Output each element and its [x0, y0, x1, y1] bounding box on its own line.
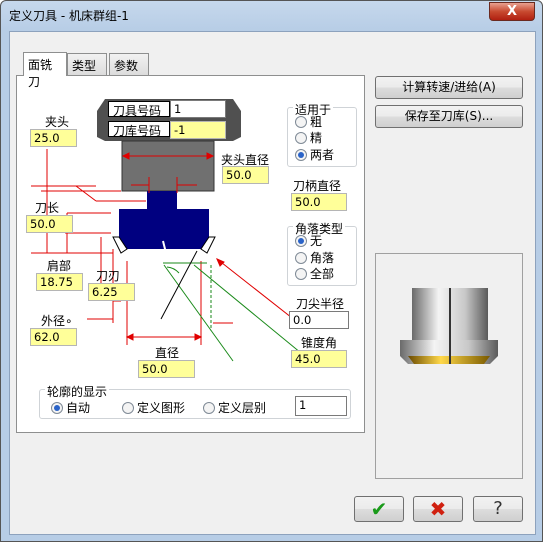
- shank-diam-input[interactable]: 50.0: [291, 193, 347, 211]
- taper-label: 锥度角: [301, 336, 338, 350]
- shank-diam-label: 刀柄直径: [293, 179, 342, 193]
- holder-label: 夹头: [45, 115, 70, 129]
- cancel-button[interactable]: ✖: [413, 496, 463, 522]
- diameter-input[interactable]: 50.0: [138, 360, 195, 378]
- radio-corner-none[interactable]: 无: [295, 234, 322, 248]
- tip-radius-label: 刀尖半径: [296, 297, 345, 311]
- tab-face-mill[interactable]: 面铣刀: [23, 52, 67, 89]
- holder-diam-input[interactable]: 50.0: [222, 166, 269, 184]
- lib-number-input[interactable]: -1: [170, 121, 226, 139]
- lib-number-label: 刀库号码: [108, 121, 170, 138]
- ok-button[interactable]: ✔: [354, 496, 404, 522]
- taper-input[interactable]: 45.0: [291, 350, 347, 368]
- shoulder-input[interactable]: 18.75: [36, 273, 83, 291]
- radio-profile-auto[interactable]: 自动: [51, 401, 90, 415]
- radio-both[interactable]: 两者: [295, 148, 334, 162]
- holder-input[interactable]: 25.0: [30, 129, 77, 147]
- radio-corner-corner[interactable]: 角落: [295, 251, 334, 265]
- outer-diam-label: 外径∘: [41, 314, 73, 328]
- radio-profile-shape[interactable]: 定义图形: [122, 401, 185, 415]
- tool-preview-image: [400, 288, 498, 364]
- tool-number-input[interactable]: 1: [170, 100, 226, 118]
- taper-lines: [163, 262, 302, 362]
- profile-title: 轮廓的显示: [45, 383, 110, 400]
- radio-profile-level[interactable]: 定义层别: [203, 401, 266, 415]
- checkmark-icon: ✔: [370, 497, 388, 521]
- question-icon: ?: [493, 498, 503, 519]
- tip-radius-input[interactable]: 0.0: [289, 311, 349, 329]
- dialog-window: 定义刀具 - 机床群组-1 X 面铣刀 类型 参数 刀具号码 1 刀库号码 -1…: [0, 0, 543, 542]
- shoulder-label: 肩部: [47, 259, 72, 273]
- tool-body: [119, 209, 209, 237]
- profile-level-input[interactable]: 1: [295, 396, 347, 416]
- flute-input[interactable]: 6.25: [88, 283, 135, 301]
- tool-preview: [375, 253, 523, 479]
- tool-length-input[interactable]: 50.0: [26, 215, 73, 233]
- flute-label: 刀刃: [96, 269, 121, 283]
- tool-number-label: 刀具号码: [108, 101, 170, 118]
- calc-feed-button[interactable]: 计算转速/进给(A): [375, 76, 523, 99]
- taper-guide: [160, 250, 198, 320]
- x-icon: ✖: [429, 497, 447, 521]
- save-to-library-button[interactable]: 保存至刀库(S)...: [375, 105, 523, 128]
- help-button[interactable]: ?: [473, 496, 523, 522]
- holder-body: [121, 140, 215, 192]
- diameter-label: 直径: [155, 346, 180, 360]
- tool-shank: [147, 191, 177, 209]
- outer-diam-input[interactable]: 62.0: [30, 328, 77, 346]
- radio-finish[interactable]: 精: [295, 131, 322, 145]
- radio-corner-full[interactable]: 全部: [295, 267, 334, 281]
- radio-rough[interactable]: 粗: [295, 115, 322, 129]
- tool-length-label: 刀长: [35, 201, 60, 215]
